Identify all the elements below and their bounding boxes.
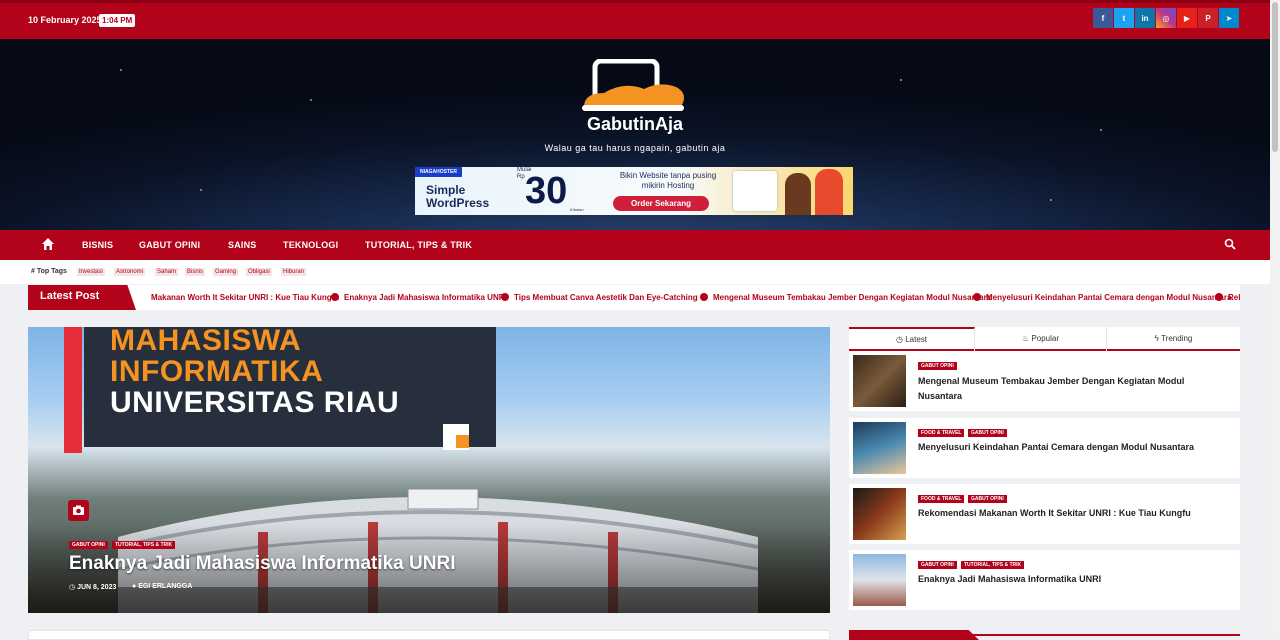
ticker-item[interactable]: Makanan Worth It Sekitar UNRI : Kue Tiau…	[151, 293, 339, 302]
overlay-line: UNIVERSITAS RIAU	[110, 386, 400, 419]
ad-copy: Bikin Website tanpa pusing mikirin Hosti…	[619, 171, 717, 190]
list-item[interactable]: FOOD & TRAVEL GABUT OPINI Rekomendasi Ma…	[849, 484, 1240, 544]
ticker-item[interactable]: Rek	[1215, 293, 1240, 302]
tag-investasi[interactable]: Investasi	[77, 268, 105, 276]
facebook-icon[interactable]: f	[1093, 8, 1113, 28]
latest-post-ticker: Latest Post Makanan Worth It Sekitar UNR…	[28, 285, 1240, 310]
arrow-circle-icon	[1215, 293, 1223, 301]
nav-item-gabut-opini[interactable]: GABUT OPINI	[139, 240, 200, 250]
latest-post-label: Latest Post	[28, 285, 136, 310]
post-thumbnail[interactable]	[853, 355, 906, 407]
ticker-item[interactable]: Menyelusuri Keindahan Pantai Cemara deng…	[973, 293, 1231, 302]
post-date: ◷ JUN 8, 2023	[69, 584, 117, 591]
category-badge[interactable]: TUTORIAL, TIPS & TRIK	[112, 541, 176, 549]
overlay-square-accent	[456, 435, 469, 448]
tag-obligasi[interactable]: Obligasi	[246, 268, 272, 276]
star-decoration	[310, 99, 312, 101]
current-date: 10 February 2025	[28, 15, 102, 25]
ad-order-button[interactable]: Order Sekarang	[613, 196, 709, 211]
featured-post-title[interactable]: Enaknya Jadi Mahasiswa Informatika UNRI	[69, 553, 455, 575]
category-badge[interactable]: GABUT OPINI	[918, 561, 957, 569]
category-badge[interactable]: GABUT OPINI	[69, 541, 108, 549]
tab-trending[interactable]: ϟ Trending	[1107, 327, 1240, 351]
site-tagline: Walau ga tau harus ngapain, gabutin aja	[544, 143, 726, 153]
post-title[interactable]: Enaknya Jadi Mahasiswa Informatika UNRI	[918, 572, 1228, 587]
social-links: f t in ◎ ▶ P ➤	[1093, 8, 1239, 28]
post-thumbnail[interactable]	[853, 488, 906, 540]
post-title[interactable]: Mengenal Museum Tembakau Jember Dengan K…	[918, 374, 1228, 404]
tag-saham[interactable]: Saham	[155, 268, 179, 276]
content-card	[28, 630, 830, 640]
ad-brand: NIAGAHOSTER	[415, 167, 462, 177]
ticker-item[interactable]: Tips Membuat Canva Aestetik Dan Eye-Catc…	[501, 293, 698, 302]
ad-dashboard-image	[733, 171, 777, 211]
camera-icon[interactable]	[68, 500, 89, 521]
star-decoration	[120, 69, 122, 71]
arrow-circle-icon	[501, 293, 509, 301]
top-tags-label: # Top Tags	[31, 268, 67, 275]
tab-latest[interactable]: ◷ Latest	[849, 327, 975, 351]
nav-item-bisnis[interactable]: BISNIS	[82, 240, 113, 250]
list-item[interactable]: FOOD & TRAVEL GABUT OPINI Menyelusuri Ke…	[849, 418, 1240, 478]
ad-headline: Simple WordPress	[426, 183, 490, 210]
star-decoration	[900, 79, 902, 81]
star-decoration	[200, 189, 202, 191]
tag-hiburan[interactable]: Hiburan	[281, 268, 307, 276]
category-badge[interactable]: FOOD & TRAVEL	[918, 429, 965, 437]
instagram-icon[interactable]: ◎	[1156, 8, 1176, 28]
main-nav: BISNIS GABUT OPINI SAINS TEKNOLOGI TUTOR…	[0, 230, 1270, 260]
list-item[interactable]: GABUT OPINI Mengenal Museum Tembakau Jem…	[849, 351, 1240, 411]
top-bar: 10 February 2025 1:04 PM f t in ◎ ▶ P ➤	[0, 0, 1270, 39]
star-decoration	[1050, 199, 1052, 201]
nav-item-sains[interactable]: SAINS	[228, 240, 257, 250]
post-author[interactable]: ● EGI ERLANGGA	[132, 583, 192, 590]
site-header: GabutinAja Walau ga tau harus ngapain, g…	[0, 39, 1270, 230]
category-badge[interactable]: FOOD & TRAVEL	[918, 495, 965, 503]
scrollbar-thumb[interactable]	[1272, 2, 1278, 152]
category-badge[interactable]: TUTORIAL, TIPS & TRIK	[961, 561, 1025, 569]
sidebar-tabs: ◷ Latest ♨ Popular ϟ Trending	[849, 327, 1240, 351]
search-icon[interactable]	[1224, 238, 1236, 250]
post-title[interactable]: Rekomendasi Makanan Worth It Sekitar UNR…	[918, 506, 1228, 521]
category-badge[interactable]: GABUT OPINI	[968, 495, 1007, 503]
current-time: 1:04 PM	[99, 14, 136, 27]
ad-price: 30	[525, 170, 568, 212]
ad-price-unit: K/bulan	[570, 207, 584, 212]
telegram-icon[interactable]: ➤	[1219, 8, 1239, 28]
ad-person-image	[785, 173, 811, 215]
tag-astronomi[interactable]: Astronomi	[114, 268, 146, 276]
list-item[interactable]: GABUT OPINI TUTORIAL, TIPS & TRIK Enakny…	[849, 550, 1240, 610]
ad-person-image	[815, 169, 843, 215]
tag-bisnis[interactable]: Bisnis	[185, 268, 206, 276]
tag-gaming[interactable]: Gaming	[213, 268, 239, 276]
post-thumbnail[interactable]	[853, 554, 906, 606]
pinterest-icon[interactable]: P	[1198, 8, 1218, 28]
star-decoration	[1100, 129, 1102, 131]
home-icon[interactable]	[41, 237, 55, 251]
featured-post[interactable]: MAHASISWA INFORMATIKA UNIVERSITAS RIAU G…	[28, 327, 830, 613]
nav-item-teknologi[interactable]: TEKNOLOGI	[283, 240, 338, 250]
arrow-circle-icon	[331, 293, 339, 301]
ticker-item[interactable]: Mengenal Museum Tembakau Jember Dengan K…	[700, 293, 991, 302]
category-badge[interactable]: GABUT OPINI	[918, 362, 957, 370]
overlay-red-stripe	[64, 327, 82, 453]
category-badge[interactable]: GABUT OPINI	[968, 429, 1007, 437]
site-name[interactable]: GabutinAja	[568, 114, 702, 135]
ticker-item[interactable]: Enaknya Jadi Mahasiswa Informatika UNRI	[331, 293, 507, 302]
tab-popular[interactable]: ♨ Popular	[975, 327, 1107, 351]
top-tags-bar: # Top Tags Investasi Astronomi Saham Bis…	[0, 260, 1270, 284]
post-thumbnail[interactable]	[853, 422, 906, 474]
twitter-icon[interactable]: t	[1114, 8, 1134, 28]
post-title[interactable]: Menyelusuri Keindahan Pantai Cemara deng…	[918, 440, 1228, 455]
ad-banner[interactable]: NIAGAHOSTER Simple WordPress Mulai Rp 30…	[415, 167, 853, 215]
youtube-icon[interactable]: ▶	[1177, 8, 1197, 28]
section-label-tab	[849, 630, 979, 640]
overlay-line: MAHASISWA	[110, 327, 302, 357]
nav-item-tutorial[interactable]: TUTORIAL, TIPS & TRIK	[365, 240, 472, 250]
overlay-line: INFORMATIKA	[110, 355, 324, 388]
ticker-items: Makanan Worth It Sekitar UNRI : Kue Tiau…	[148, 293, 1240, 305]
arrow-circle-icon	[973, 293, 981, 301]
arrow-circle-icon	[700, 293, 708, 301]
linkedin-icon[interactable]: in	[1135, 8, 1155, 28]
